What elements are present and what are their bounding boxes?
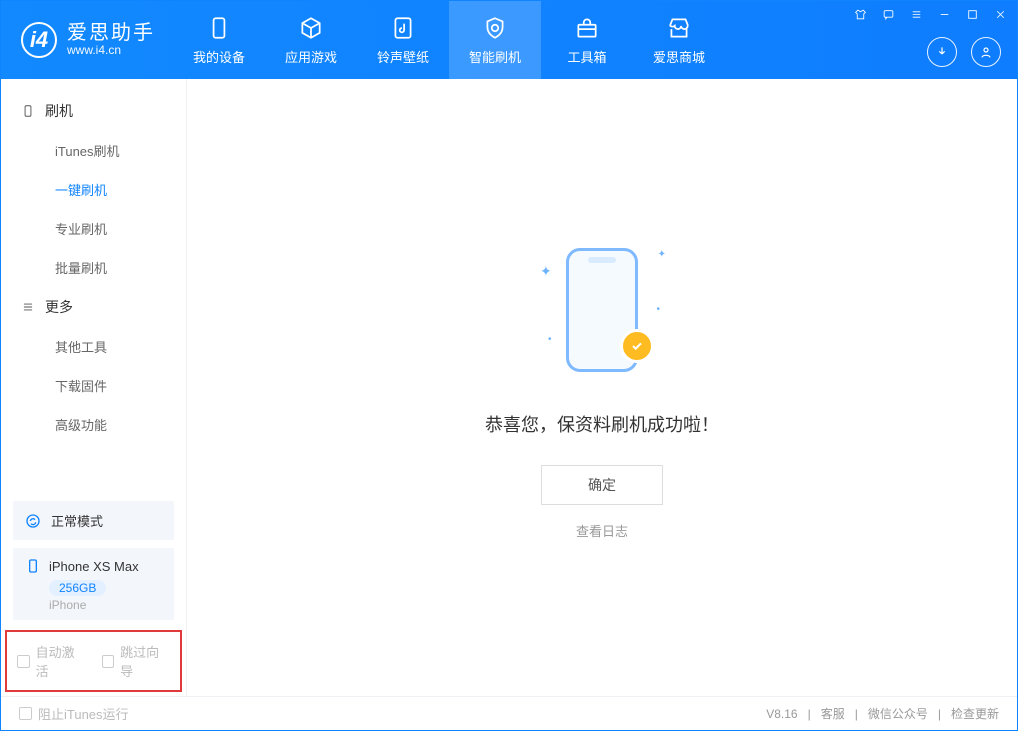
view-log-link[interactable]: 查看日志: [576, 521, 628, 540]
maximize-icon[interactable]: [965, 7, 979, 21]
sidebar-item-batch-flash[interactable]: 批量刷机: [1, 248, 186, 287]
minimize-icon[interactable]: [937, 7, 951, 21]
device-card[interactable]: iPhone XS Max 256GB iPhone: [13, 548, 174, 620]
tab-label: 爱思商城: [653, 47, 705, 66]
app-header: i4 爱思助手 www.i4.cn 我的设备 应用游戏 铃声壁纸 智能刷机: [1, 1, 1017, 79]
statusbar: 阻止iTunes运行 V8.16 | 客服 | 微信公众号 | 检查更新: [1, 696, 1017, 730]
check-update-link[interactable]: 检查更新: [951, 705, 999, 722]
tab-store[interactable]: 爱思商城: [633, 1, 725, 79]
sidebar-item-download-firmware[interactable]: 下载固件: [1, 366, 186, 405]
tab-my-device[interactable]: 我的设备: [173, 1, 265, 79]
checkbox-auto-activate[interactable]: 自动激活: [17, 642, 86, 680]
main-tabs: 我的设备 应用游戏 铃声壁纸 智能刷机 工具箱 爱思商城: [173, 1, 725, 79]
success-illustration: ✦ ✦ • •: [532, 235, 672, 385]
shield-sync-icon: [482, 15, 508, 41]
checkbox-label: 跳过向导: [120, 642, 170, 680]
sidebar-group-flash: 刷机: [1, 91, 186, 131]
store-icon: [666, 15, 692, 41]
user-button[interactable]: [971, 37, 1001, 67]
close-icon[interactable]: [993, 7, 1007, 21]
app-name: 爱思助手: [67, 22, 155, 44]
tab-label: 智能刷机: [469, 47, 521, 66]
checkbox-icon: [19, 707, 32, 720]
check-badge-icon: [620, 329, 654, 363]
device-name: iPhone XS Max: [49, 559, 139, 574]
phone-icon: [25, 558, 41, 574]
sidebar-group-label: 刷机: [45, 101, 73, 121]
sidebar-item-advanced[interactable]: 高级功能: [1, 405, 186, 444]
app-url: www.i4.cn: [67, 44, 155, 57]
titlebar-controls: [853, 7, 1007, 21]
checkbox-label: 阻止iTunes运行: [38, 704, 129, 723]
app-logo: i4 爱思助手 www.i4.cn: [1, 1, 173, 79]
sidebar-item-other-tools[interactable]: 其他工具: [1, 327, 186, 366]
checkbox-icon: [17, 655, 30, 668]
tab-apps[interactable]: 应用游戏: [265, 1, 357, 79]
tab-smart-flash[interactable]: 智能刷机: [449, 1, 541, 79]
shirt-icon[interactable]: [853, 7, 867, 21]
checkbox-icon: [102, 655, 115, 668]
tab-ringtone[interactable]: 铃声壁纸: [357, 1, 449, 79]
tab-label: 应用游戏: [285, 47, 337, 66]
sidebar-group-more: 更多: [1, 287, 186, 327]
sidebar-item-oneclick-flash[interactable]: 一键刷机: [1, 170, 186, 209]
sidebar-group-label: 更多: [45, 297, 73, 317]
download-button[interactable]: [927, 37, 957, 67]
wechat-link[interactable]: 微信公众号: [868, 705, 928, 722]
list-icon: [21, 300, 35, 314]
separator: |: [855, 707, 858, 721]
checkbox-skip-guide[interactable]: 跳过向导: [102, 642, 171, 680]
tab-toolbox[interactable]: 工具箱: [541, 1, 633, 79]
support-link[interactable]: 客服: [821, 705, 845, 722]
main-content: ✦ ✦ • • 恭喜您，保资料刷机成功啦！ 确定 查看日志: [187, 79, 1017, 696]
sidebar-item-itunes-flash[interactable]: iTunes刷机: [1, 131, 186, 170]
device-icon: [206, 15, 232, 41]
logo-icon: i4: [21, 22, 57, 58]
device-capacity: 256GB: [49, 580, 106, 596]
phone-icon: [21, 104, 35, 118]
tab-label: 我的设备: [193, 47, 245, 66]
version-label: V8.16: [766, 707, 797, 721]
device-mode: 正常模式: [51, 511, 103, 530]
sparkle-icon: ✦: [540, 263, 552, 280]
ok-button[interactable]: 确定: [541, 465, 663, 505]
cube-icon: [298, 15, 324, 41]
sparkle-icon: ✦: [658, 249, 666, 260]
tab-label: 工具箱: [567, 47, 606, 66]
separator: |: [808, 707, 811, 721]
separator: |: [938, 707, 941, 721]
flash-options-highlight: 自动激活 跳过向导: [5, 630, 182, 692]
sidebar-item-pro-flash[interactable]: 专业刷机: [1, 209, 186, 248]
feedback-icon[interactable]: [881, 7, 895, 21]
device-mode-row[interactable]: 正常模式: [13, 501, 174, 540]
menu-icon[interactable]: [909, 7, 923, 21]
checkbox-label: 自动激活: [36, 642, 86, 680]
sidebar: 刷机 iTunes刷机 一键刷机 专业刷机 批量刷机 更多 其他工具 下载固件 …: [1, 79, 187, 696]
music-file-icon: [390, 15, 416, 41]
header-actions: [927, 37, 1001, 67]
toolbox-icon: [574, 15, 600, 41]
device-panel: 正常模式 iPhone XS Max 256GB iPhone: [1, 493, 186, 630]
device-type: iPhone: [49, 598, 162, 612]
sync-icon: [25, 513, 41, 529]
sparkle-icon: •: [656, 304, 660, 315]
tab-label: 铃声壁纸: [377, 47, 429, 66]
sparkle-icon: •: [548, 334, 552, 345]
success-message: 恭喜您，保资料刷机成功啦！: [485, 411, 719, 437]
checkbox-block-itunes[interactable]: 阻止iTunes运行: [19, 704, 129, 723]
